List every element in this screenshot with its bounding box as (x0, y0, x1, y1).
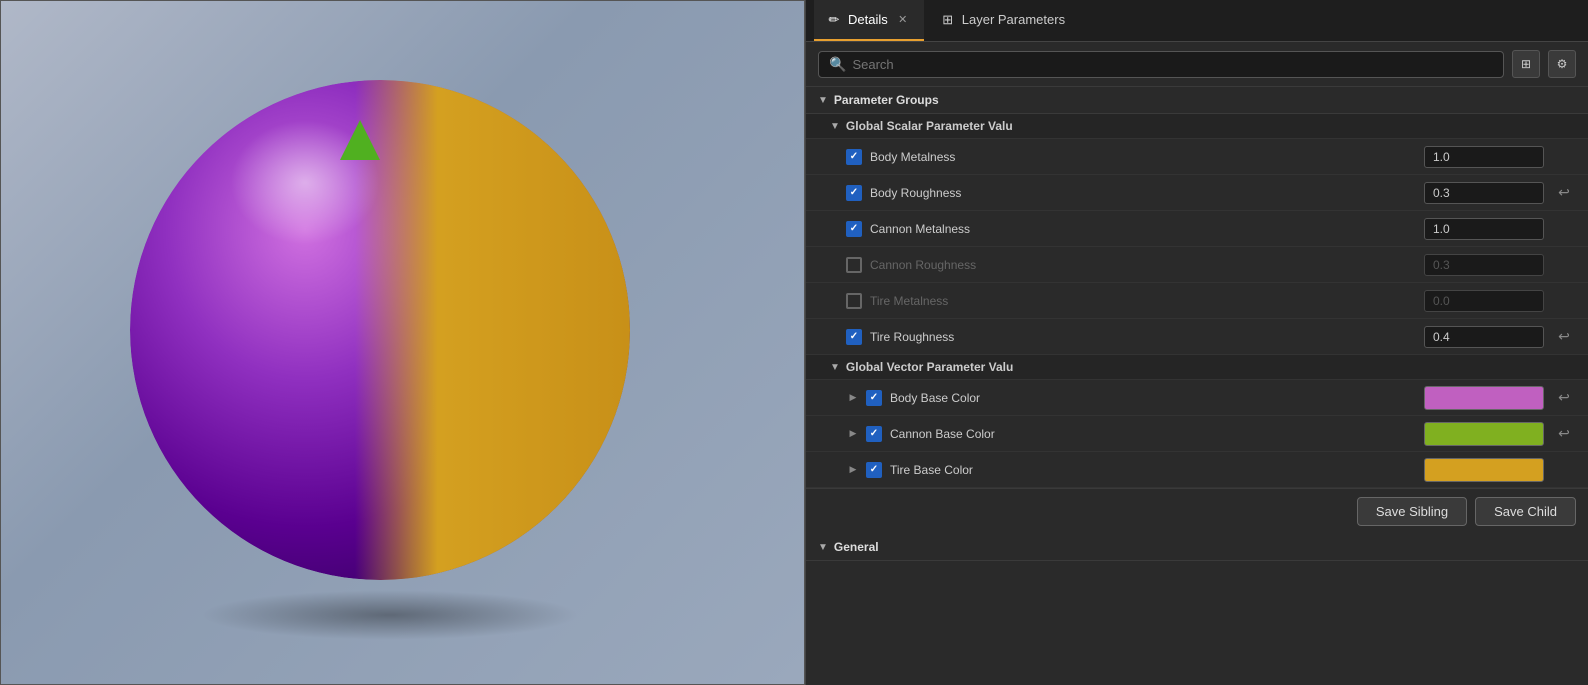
layers-icon: ⊞ (940, 12, 956, 28)
tab-details[interactable]: ✏ Details ✕ (814, 0, 924, 41)
value-tire-metalness[interactable]: 0.0 (1424, 290, 1544, 312)
label-cannon-roughness: Cannon Roughness (870, 258, 1424, 272)
checkbox-body-roughness[interactable] (846, 185, 862, 201)
settings-button[interactable]: ⚙ (1548, 50, 1576, 78)
label-tire-metalness: Tire Metalness (870, 294, 1424, 308)
reset-body-base-color[interactable]: ↩ (1552, 386, 1576, 410)
checkbox-cannon-base-color[interactable] (866, 426, 882, 442)
param-row-body-roughness: Body Roughness 0.3 ↩ (806, 175, 1588, 211)
expand-body-base-color[interactable]: ▶ (846, 391, 860, 405)
3d-ball (130, 80, 630, 580)
tab-details-label: Details (848, 12, 888, 27)
checkbox-tire-roughness[interactable] (846, 329, 862, 345)
right-panel: ✏ Details ✕ ⊞ Layer Parameters 🔍 ⊞ ⚙ ▼ P… (805, 0, 1588, 685)
reset-tire-roughness[interactable]: ↩ (1552, 325, 1576, 349)
value-body-metalness[interactable]: 1.0 (1424, 146, 1544, 168)
param-row-cannon-roughness: Cannon Roughness 0.3 (806, 247, 1588, 283)
tab-layer-params[interactable]: ⊞ Layer Parameters (928, 0, 1077, 41)
global-scalar-arrow: ▼ (830, 121, 840, 132)
general-arrow: ▼ (818, 542, 828, 553)
parameter-groups-label: Parameter Groups (834, 93, 939, 107)
value-cannon-roughness[interactable]: 0.3 (1424, 254, 1544, 276)
save-sibling-button[interactable]: Save Sibling (1357, 497, 1467, 526)
expand-tire-base-color[interactable]: ▶ (846, 463, 860, 477)
param-row-tire-base-color: ▶ Tire Base Color (806, 452, 1588, 488)
expand-cannon-base-color[interactable]: ▶ (846, 427, 860, 441)
tab-details-close[interactable]: ✕ (894, 11, 912, 29)
value-cannon-metalness[interactable]: 1.0 (1424, 218, 1544, 240)
global-vector-label: Global Vector Parameter Valu (846, 360, 1013, 374)
label-tire-roughness: Tire Roughness (870, 330, 1424, 344)
ball-shadow (200, 590, 580, 640)
ball-container (100, 60, 680, 620)
param-row-tire-roughness: Tire Roughness 0.4 ↩ (806, 319, 1588, 355)
tab-layer-params-label: Layer Parameters (962, 12, 1065, 27)
color-tire-base-color[interactable] (1424, 458, 1544, 482)
checkbox-body-base-color[interactable] (866, 390, 882, 406)
checkbox-cannon-roughness[interactable] (846, 257, 862, 273)
checkbox-tire-base-color[interactable] (866, 462, 882, 478)
label-cannon-base-color: Cannon Base Color (890, 427, 1424, 441)
checkbox-tire-metalness[interactable] (846, 293, 862, 309)
value-body-roughness[interactable]: 0.3 (1424, 182, 1544, 204)
param-row-tire-metalness: Tire Metalness 0.0 (806, 283, 1588, 319)
param-row-body-base-color: ▶ Body Base Color ↩ (806, 380, 1588, 416)
pencil-icon: ✏ (826, 12, 842, 28)
grid-view-button[interactable]: ⊞ (1512, 50, 1540, 78)
panel-content: ▼ Parameter Groups ▼ Global Scalar Param… (806, 87, 1588, 685)
ball-green-triangle (340, 120, 380, 160)
param-row-cannon-base-color: ▶ Cannon Base Color ↩ (806, 416, 1588, 452)
search-input-wrap[interactable]: 🔍 (818, 51, 1504, 78)
param-row-cannon-metalness: Cannon Metalness 1.0 (806, 211, 1588, 247)
checkbox-body-metalness[interactable] (846, 149, 862, 165)
checkbox-cannon-metalness[interactable] (846, 221, 862, 237)
tab-bar: ✏ Details ✕ ⊞ Layer Parameters (806, 0, 1588, 42)
general-label: General (834, 540, 879, 554)
action-bar: Save Sibling Save Child (806, 488, 1588, 534)
parameter-groups-arrow: ▼ (818, 95, 828, 106)
reset-cannon-base-color[interactable]: ↩ (1552, 422, 1576, 446)
parameter-groups-header[interactable]: ▼ Parameter Groups (806, 87, 1588, 114)
global-vector-header[interactable]: ▼ Global Vector Parameter Valu (806, 355, 1588, 380)
label-cannon-metalness: Cannon Metalness (870, 222, 1424, 236)
global-scalar-header[interactable]: ▼ Global Scalar Parameter Valu (806, 114, 1588, 139)
label-body-metalness: Body Metalness (870, 150, 1424, 164)
search-bar: 🔍 ⊞ ⚙ (806, 42, 1588, 87)
label-body-base-color: Body Base Color (890, 391, 1424, 405)
general-header[interactable]: ▼ General (806, 534, 1588, 561)
search-input[interactable] (852, 57, 1493, 72)
label-body-roughness: Body Roughness (870, 186, 1424, 200)
param-row-body-metalness: Body Metalness 1.0 (806, 139, 1588, 175)
color-body-base-color[interactable] (1424, 386, 1544, 410)
reset-body-roughness[interactable]: ↩ (1552, 181, 1576, 205)
3d-viewport (0, 0, 805, 685)
value-tire-roughness[interactable]: 0.4 (1424, 326, 1544, 348)
label-tire-base-color: Tire Base Color (890, 463, 1424, 477)
ball-yellow-region (355, 80, 630, 580)
global-vector-arrow: ▼ (830, 362, 840, 373)
save-child-button[interactable]: Save Child (1475, 497, 1576, 526)
global-scalar-label: Global Scalar Parameter Valu (846, 119, 1013, 133)
color-cannon-base-color[interactable] (1424, 422, 1544, 446)
search-icon: 🔍 (829, 56, 846, 73)
